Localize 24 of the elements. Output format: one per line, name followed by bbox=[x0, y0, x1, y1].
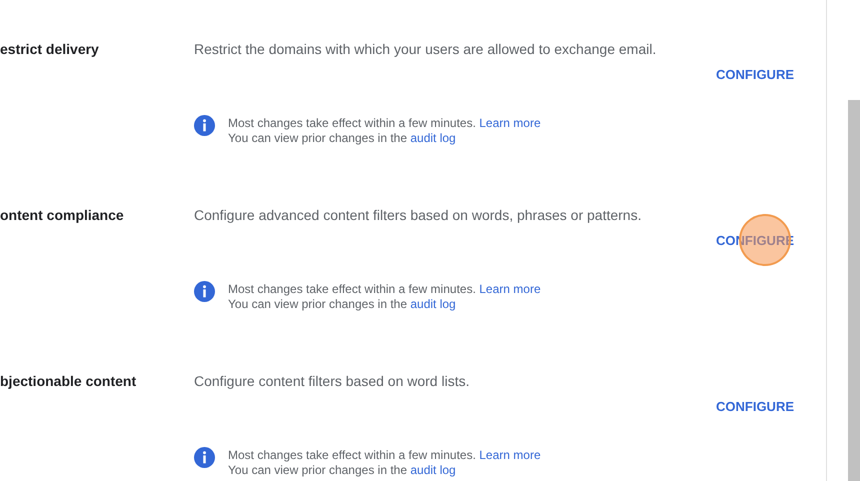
learn-more-link[interactable]: Learn more bbox=[479, 448, 541, 462]
learn-more-link[interactable]: Learn more bbox=[479, 282, 541, 296]
configure-button[interactable]: CONFIGURE bbox=[716, 66, 794, 84]
scrollbar-thumb[interactable] bbox=[848, 100, 860, 481]
section-title: ontent compliance bbox=[0, 206, 125, 224]
info-text: You can view prior changes in the audit log bbox=[228, 131, 457, 146]
section-title: estrict delivery bbox=[0, 40, 100, 58]
info-text: Most changes take effect within a few minutes. Learn more bbox=[228, 116, 541, 131]
section-title: bjectionable content bbox=[0, 372, 138, 390]
section-description: Restrict the domains with which your users are allowed to exchange email. bbox=[194, 40, 658, 58]
info-icon bbox=[194, 115, 215, 136]
info-icon bbox=[194, 281, 215, 302]
audit-log-link[interactable]: audit log bbox=[410, 463, 456, 477]
info-text: You can view prior changes in the audit log bbox=[228, 297, 457, 312]
info-text: Most changes take effect within a few minutes. Learn more bbox=[228, 282, 541, 297]
learn-more-link[interactable]: Learn more bbox=[479, 116, 541, 130]
info-text: You can view prior changes in the audit log bbox=[228, 463, 457, 478]
section-description: Configure content filters based on word lists. bbox=[194, 372, 470, 390]
info-icon bbox=[194, 447, 215, 468]
configure-button[interactable]: CONFIGURE bbox=[716, 398, 794, 416]
section-description: Configure advanced content filters based on words, phrases or patterns. bbox=[194, 206, 642, 224]
audit-log-link[interactable]: audit log bbox=[410, 297, 456, 311]
info-text: Most changes take effect within a few minutes. Learn more bbox=[228, 448, 541, 463]
audit-log-link[interactable]: audit log bbox=[410, 131, 456, 145]
